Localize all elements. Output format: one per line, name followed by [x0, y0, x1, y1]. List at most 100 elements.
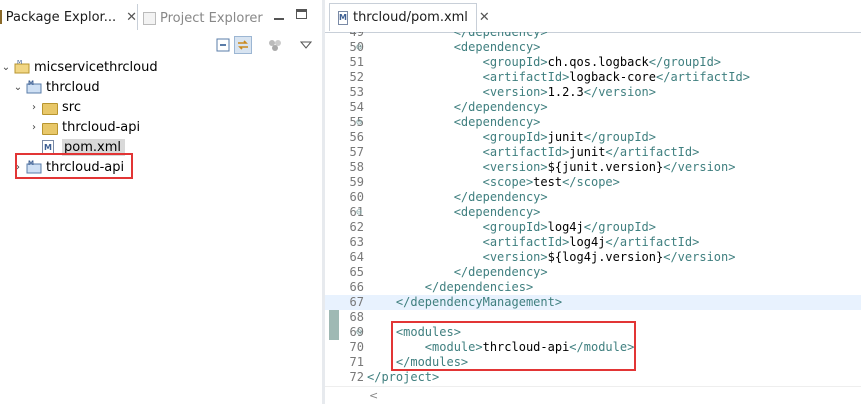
tree-item-thrcloud[interactable]: ⌄ M thrcloud — [12, 77, 100, 97]
line-number: 59 — [349, 175, 364, 189]
line-number: 65 — [349, 265, 364, 279]
tree-item-src[interactable]: › src — [28, 97, 81, 117]
folder-icon — [42, 100, 58, 115]
code-text: </project> — [367, 370, 440, 384]
code-line[interactable]: 53 <version>1.2.3</version> — [325, 85, 861, 100]
maximize-icon[interactable] — [296, 9, 307, 19]
view-menu-icon[interactable] — [297, 36, 315, 54]
code-text: <dependency> — [453, 115, 541, 129]
code-line[interactable]: 54 </dependency> — [325, 100, 861, 115]
code-text: <groupId>log4j</groupId> — [482, 220, 656, 234]
tree-item-micservicethrcloud[interactable]: ⌄ M micservicethrcloud — [0, 57, 158, 77]
code-text: <artifactId>logback-core</artifactId> — [482, 70, 750, 84]
code-line[interactable]: 64 <version>${log4j.version}</version> — [325, 250, 861, 265]
line-number: 64 — [349, 250, 364, 264]
line-number: 53 — [349, 85, 364, 99]
code-text: </dependencyManagement> — [395, 295, 563, 309]
tree-item-label: thrcloud-api — [62, 119, 141, 135]
minimize-icon[interactable] — [274, 13, 284, 20]
tree-item-label: src — [62, 99, 81, 115]
line-number: 58 — [349, 160, 364, 174]
code-line[interactable]: 49 </dependency> — [325, 32, 861, 40]
svg-text:M: M — [17, 60, 22, 66]
code-line[interactable]: 61 ⊖ <dependency> — [325, 205, 861, 220]
chevron-down-icon[interactable]: ⌄ — [0, 62, 12, 73]
maven-project-icon: M — [26, 80, 42, 94]
tree-item-label: micservicethrcloud — [34, 59, 158, 75]
line-number: 49 — [349, 32, 364, 39]
line-number: 54 — [349, 100, 364, 114]
horizontal-scrollbar[interactable]: < — [325, 386, 861, 405]
maven-file-icon: M — [338, 10, 348, 25]
code-text: </dependency> — [453, 190, 548, 204]
line-number: 57 — [349, 145, 364, 159]
tree-item-thrcloud-api-folder[interactable]: › thrcloud-api — [28, 117, 140, 137]
package-explorer-icon — [0, 10, 2, 24]
tree-item-label: thrcloud — [46, 79, 100, 95]
code-text: <version>1.2.3</version> — [482, 85, 656, 99]
line-number: 66 — [349, 280, 364, 294]
code-line[interactable]: 57 <artifactId>junit</artifactId> — [325, 145, 861, 160]
code-text: <dependency> — [453, 205, 541, 219]
code-line[interactable]: 72 </project> — [325, 370, 861, 385]
package-explorer-panel: Package Explor... ✕ Project Explorer ⌄ M — [0, 0, 322, 404]
code-line[interactable]: 65 </dependency> — [325, 265, 861, 280]
line-number: 70 — [349, 340, 364, 354]
code-text: <groupId>ch.qos.logback</groupId> — [482, 55, 722, 69]
line-number: 67 — [349, 295, 364, 309]
code-line[interactable]: 55 ⊖ <dependency> — [325, 115, 861, 130]
code-text: </dependency> — [453, 32, 548, 39]
code-line[interactable]: 50 ⊖ <dependency> — [325, 40, 861, 55]
tab-label: Project Explorer — [160, 10, 263, 26]
line-number: 62 — [349, 220, 364, 234]
maven-file-icon: M — [42, 140, 58, 154]
code-text: </dependency> — [453, 100, 548, 114]
code-text: </dependency> — [453, 265, 548, 279]
code-line[interactable]: 66 </dependencies> — [325, 280, 861, 295]
line-number: 52 — [349, 70, 364, 84]
code-line[interactable]: 52 <artifactId>logback-core</artifactId> — [325, 70, 861, 85]
code-line[interactable]: 63 <artifactId>log4j</artifactId> — [325, 235, 861, 250]
code-line[interactable]: 51 <groupId>ch.qos.logback</groupId> — [325, 55, 861, 70]
line-number: 63 — [349, 235, 364, 249]
chevron-right-icon[interactable]: › — [28, 122, 40, 133]
chevron-down-icon[interactable]: ⌄ — [12, 82, 24, 93]
fold-toggle-icon[interactable]: ⊖ — [356, 205, 366, 220]
tab-package-explorer[interactable]: Package Explor... ✕ — [0, 4, 138, 30]
scroll-left-icon[interactable]: < — [369, 389, 378, 402]
code-line[interactable]: 58 <version>${junit.version}</version> — [325, 160, 861, 175]
fold-toggle-icon[interactable]: ⊖ — [356, 325, 366, 340]
close-icon[interactable]: ✕ — [479, 10, 490, 25]
link-with-editor-icon[interactable] — [234, 36, 252, 54]
line-number: 56 — [349, 130, 364, 144]
collapse-all-icon[interactable] — [214, 36, 232, 54]
code-text: <artifactId>junit</artifactId> — [482, 145, 700, 159]
view-tab-bar: Package Explor... ✕ Project Explorer — [0, 0, 322, 30]
code-line[interactable]: 60 </dependency> — [325, 190, 861, 205]
chevron-right-icon[interactable]: › — [28, 102, 40, 113]
project-icon: M — [14, 59, 30, 74]
fold-toggle-icon[interactable]: ⊖ — [356, 115, 366, 130]
line-number: 60 — [349, 190, 364, 204]
close-icon[interactable]: ✕ — [126, 10, 137, 25]
code-text: <scope>test</scope> — [482, 175, 620, 189]
code-text: <artifactId>log4j</artifactId> — [482, 235, 700, 249]
view-toolbar — [0, 34, 322, 56]
line-number: 51 — [349, 55, 364, 69]
editor-tab-bar: M thrcloud/pom.xml ✕ — [325, 0, 861, 33]
tab-pom-xml[interactable]: M thrcloud/pom.xml ✕ — [329, 3, 490, 31]
code-line[interactable]: 67 </dependencyManagement> — [325, 295, 861, 310]
highlight-annotation-box — [391, 321, 636, 371]
code-text: <groupId>junit</groupId> — [482, 130, 656, 144]
tab-project-explorer[interactable]: Project Explorer — [143, 6, 263, 30]
code-text: <dependency> — [453, 40, 541, 54]
fold-toggle-icon[interactable]: ⊖ — [356, 40, 366, 55]
svg-text:M: M — [28, 80, 34, 87]
code-text: <version>${log4j.version}</version> — [482, 250, 736, 264]
focus-icon[interactable] — [266, 36, 284, 54]
code-text: </dependencies> — [424, 280, 534, 294]
code-line[interactable]: 59 <scope>test</scope> — [325, 175, 861, 190]
folder-icon — [42, 120, 58, 135]
code-line[interactable]: 62 <groupId>log4j</groupId> — [325, 220, 861, 235]
code-line[interactable]: 56 <groupId>junit</groupId> — [325, 130, 861, 145]
